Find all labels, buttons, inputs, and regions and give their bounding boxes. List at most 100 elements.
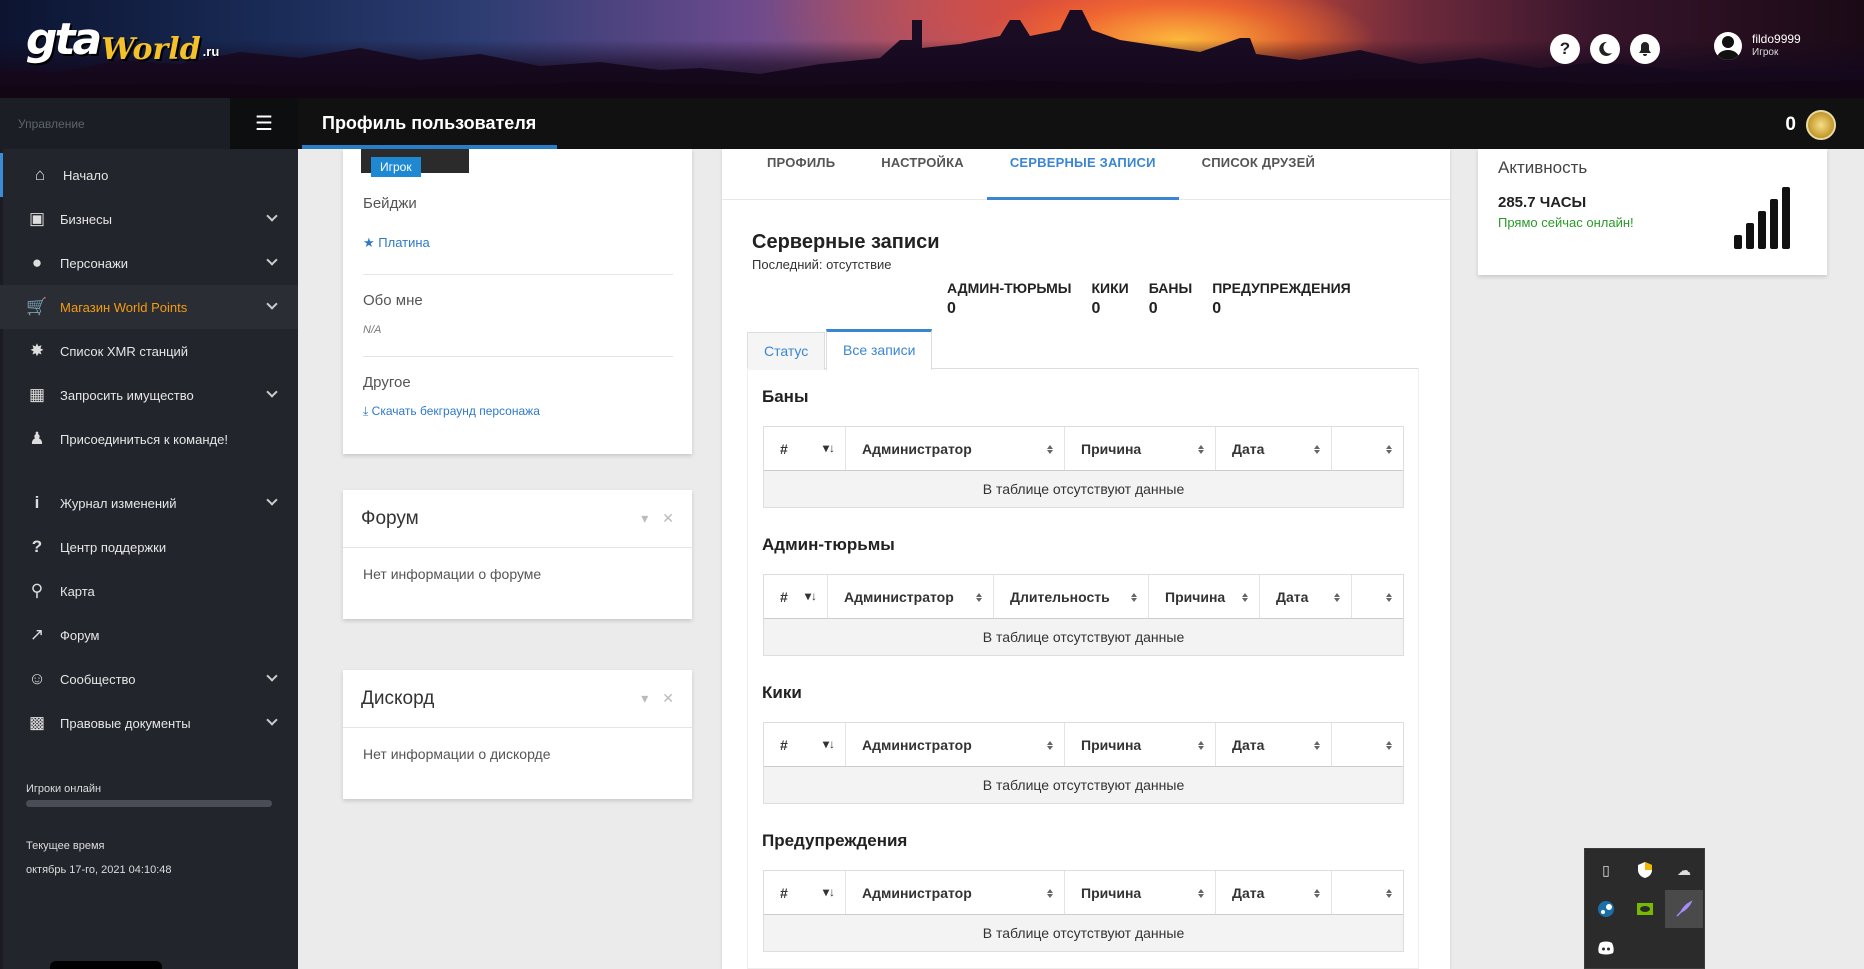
sidebar-item-label: Присоединиться к команде!	[60, 431, 228, 447]
badge-platinum[interactable]: ★ Платина	[363, 235, 430, 251]
sidebar-item-community[interactable]: ☺ Сообщество	[0, 657, 298, 701]
steam-icon[interactable]	[1587, 890, 1625, 928]
column-header-reason[interactable]: Причина	[1065, 427, 1216, 470]
column-header-reason[interactable]: Причина	[1149, 575, 1260, 618]
column-header-admin[interactable]: Администратор	[846, 723, 1065, 766]
user-role: Игрок	[1752, 47, 1779, 58]
sidebar-item-label: Магазин World Points	[60, 299, 188, 315]
empty-table-message: В таблице отсутствуют данные	[764, 767, 1403, 803]
column-header-number[interactable]: # ▾↓	[764, 871, 846, 914]
download-icon: ⤓	[363, 404, 369, 418]
world-points[interactable]: 0	[1785, 110, 1836, 140]
subtab-all-records[interactable]: Все записи	[826, 329, 933, 370]
sort-icon	[1313, 738, 1321, 752]
tab-server-records[interactable]: СЕРВЕРНЫЕ ЗАПИСИ	[986, 149, 1179, 200]
moon-icon[interactable]	[1590, 34, 1620, 64]
logo-world-text: World	[101, 32, 201, 67]
column-header-actions[interactable]	[1332, 427, 1403, 470]
column-header-date[interactable]: Дата	[1216, 723, 1332, 766]
nvidia-icon[interactable]	[1626, 890, 1664, 928]
badges-label: Бейджи	[363, 195, 417, 212]
chevron-down-icon	[266, 210, 278, 222]
page-title: Профиль пользователя	[322, 113, 537, 133]
close-icon[interactable]: ✕	[662, 690, 674, 707]
sidebar-item-label: Бизнесы	[60, 211, 113, 227]
bell-icon[interactable]	[1630, 34, 1660, 64]
sidebar-footer-tab	[50, 961, 162, 969]
sidebar-item-changelog[interactable]: i Журнал изменений	[0, 481, 298, 525]
shield-icon[interactable]	[1626, 851, 1664, 889]
discord-tray-icon[interactable]	[1587, 929, 1625, 967]
column-header-actions[interactable]	[1332, 723, 1403, 766]
menu-label: Управление	[0, 98, 230, 149]
usb-icon[interactable]: ▯	[1587, 851, 1625, 889]
column-header-actions[interactable]	[1352, 575, 1403, 618]
column-header-admin[interactable]: Администратор	[828, 575, 994, 618]
sidebar-item-legal[interactable]: ▩ Правовые документы	[0, 701, 298, 745]
download-background-link[interactable]: ⤓ Скачать бекграунд персонажа	[363, 404, 540, 419]
logo-gta-text: gta	[26, 14, 102, 65]
subtab-status[interactable]: Статус	[747, 332, 826, 370]
sidebar-item-join-team[interactable]: ♟ Присоединиться к команде!	[0, 417, 298, 461]
column-header-reason[interactable]: Причина	[1065, 871, 1216, 914]
activity-card: Активность 285.7 ЧАСЫ Прямо сейчас онлай…	[1478, 149, 1827, 275]
sort-icon	[1385, 590, 1393, 604]
sidebar-item-world-points-shop[interactable]: 🛒 Магазин World Points	[0, 285, 298, 329]
column-label: Причина	[1165, 588, 1226, 605]
column-header-admin[interactable]: Администратор	[846, 427, 1065, 470]
column-header-admin[interactable]: Администратор	[846, 871, 1065, 914]
user-menu[interactable]: fildo9999 Игрок	[1714, 32, 1801, 60]
column-header-number[interactable]: # ▾↓	[764, 427, 846, 470]
column-header-actions[interactable]	[1332, 871, 1403, 914]
discord-card-title: Дискорд	[343, 670, 692, 728]
column-header-date[interactable]: Дата	[1216, 427, 1332, 470]
tab-profile[interactable]: ПРОФИЛЬ	[744, 149, 858, 200]
help-icon[interactable]: ?	[1550, 34, 1580, 64]
stat-label: ПРЕДУПРЕЖДЕНИЯ	[1212, 280, 1351, 296]
column-header-date[interactable]: Дата	[1216, 871, 1332, 914]
activity-hours: 285.7 ЧАСЫ	[1498, 194, 1587, 211]
sidebar-item-forum[interactable]: ↗ Форум	[0, 613, 298, 657]
tab-settings[interactable]: НАСТРОЙКА	[858, 149, 987, 200]
feather-icon[interactable]	[1665, 890, 1703, 928]
profile-tabs: ПРОФИЛЬ НАСТРОЙКА СЕРВЕРНЫЕ ЗАПИСИ СПИСО…	[722, 149, 1450, 200]
close-icon[interactable]: ✕	[662, 510, 674, 527]
column-header-number[interactable]: # ▾↓	[764, 723, 846, 766]
column-header-number[interactable]: # ▾↓	[764, 575, 828, 618]
sort-icon	[1385, 886, 1393, 900]
sort-icon	[1197, 442, 1205, 456]
collapse-icon[interactable]: ▾	[641, 690, 648, 707]
stat-label: КИКИ	[1091, 280, 1129, 296]
sidebar-item-label: Запросить имущество	[60, 387, 194, 403]
collapse-icon[interactable]: ▾	[641, 510, 648, 527]
star-icon: ★	[363, 235, 375, 250]
points-value: 0	[1785, 114, 1796, 135]
sort-icon	[1130, 590, 1138, 604]
sidebar-item-support[interactable]: ? Центр поддержки	[0, 525, 298, 569]
info-icon: i	[34, 493, 40, 512]
site-logo[interactable]: gta World .ru	[26, 14, 219, 65]
sidebar-item-xmr-stations[interactable]: ✸ Список XMR станций	[0, 329, 298, 373]
sidebar-item-home[interactable]: ⌂ Начало	[0, 153, 298, 197]
cloud-off-icon[interactable]: ☁	[1665, 851, 1703, 889]
sidebar-item-businesses[interactable]: ▣ Бизнесы	[0, 197, 298, 241]
empty-table-message: В таблице отсутствуют данные	[764, 471, 1403, 507]
discord-card-body: Нет информации о дискорде	[363, 746, 551, 762]
column-header-date[interactable]: Дата	[1260, 575, 1352, 618]
briefcase-icon: ▣	[28, 209, 46, 228]
about-label: Обо мне	[363, 292, 423, 309]
column-header-reason[interactable]: Причина	[1065, 723, 1216, 766]
sidebar-item-characters[interactable]: ● Персонажи	[0, 241, 298, 285]
badge-label: Платина	[378, 235, 430, 250]
sidebar-item-request-property[interactable]: ▦ Запросить имущество	[0, 373, 298, 417]
stat-warnings: ПРЕДУПРЕЖДЕНИЯ 0	[1212, 280, 1351, 318]
table-title-admin-jails: Админ-тюрьмы	[762, 535, 895, 554]
column-header-duration[interactable]: Длительность	[994, 575, 1149, 618]
sidebar-item-label: Форум	[60, 627, 100, 643]
menu-toggle-icon[interactable]: ☰	[230, 98, 298, 149]
stat-value: 0	[1148, 300, 1158, 317]
chevron-down-icon	[266, 254, 278, 266]
home-icon: ⌂	[34, 165, 46, 184]
tab-friends[interactable]: СПИСОК ДРУЗЕЙ	[1179, 149, 1338, 200]
sidebar-item-map[interactable]: ⚲ Карта	[0, 569, 298, 613]
